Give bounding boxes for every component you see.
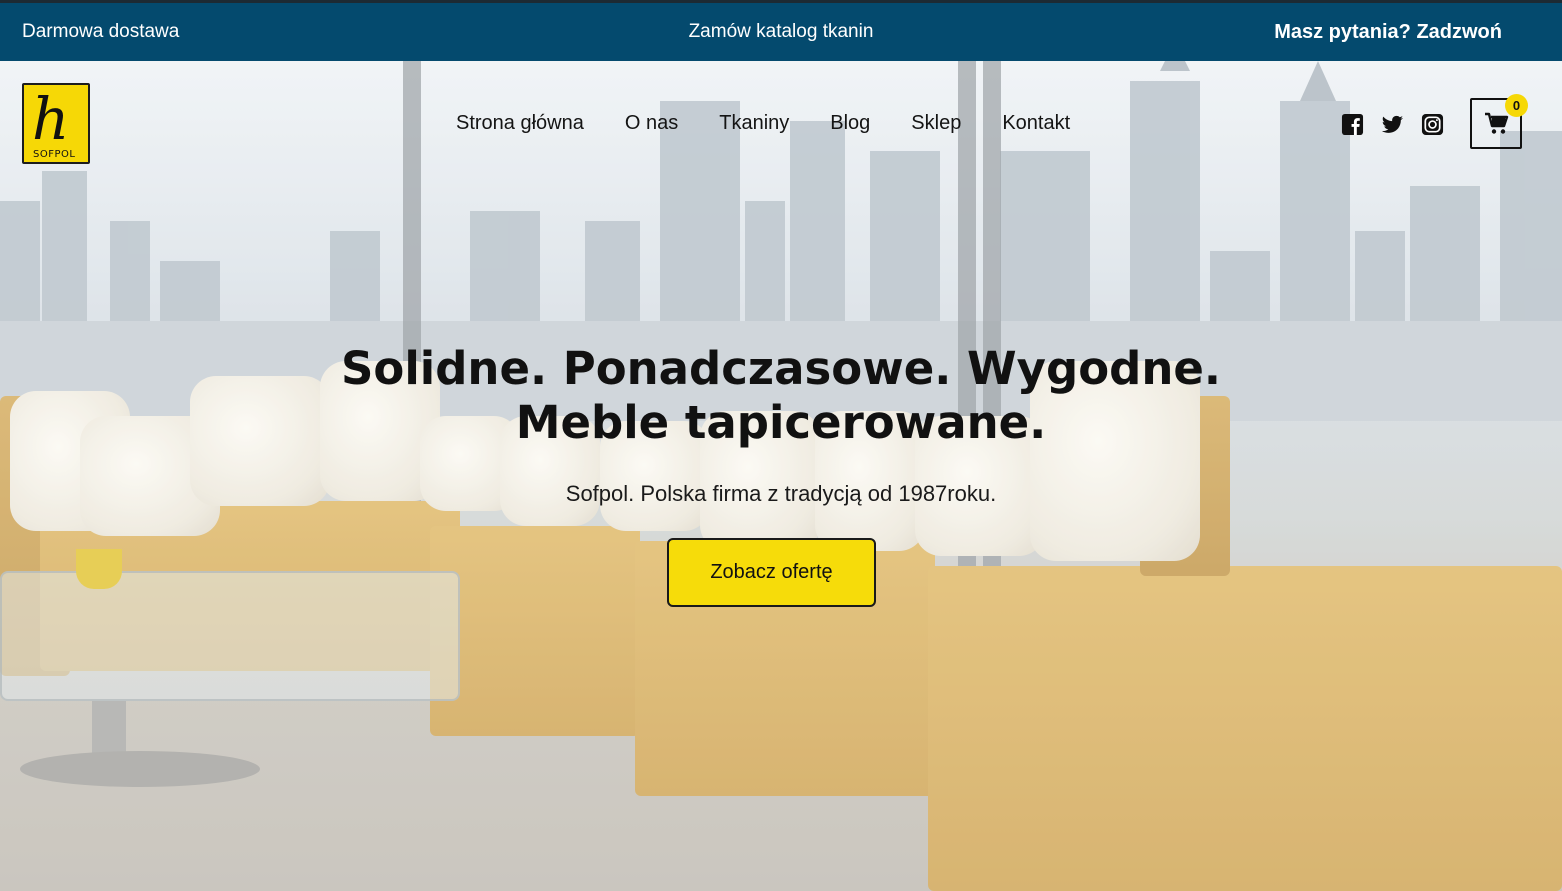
facebook-icon[interactable]: [1341, 113, 1364, 136]
instagram-icon[interactable]: [1421, 113, 1444, 136]
hero-headline-line1: Solidne. Ponadczasowe. Wygodne.: [341, 342, 1221, 395]
nav-item-shop[interactable]: Sklep: [911, 112, 961, 135]
nav-item-contact[interactable]: Kontakt: [1002, 112, 1070, 135]
see-offer-button[interactable]: Zobacz ofertę: [667, 538, 876, 607]
cart-button[interactable]: 0: [1470, 94, 1528, 149]
shopping-cart-icon: [1485, 112, 1509, 134]
call-us-link[interactable]: Masz pytania? Zadzwoń: [1274, 21, 1502, 44]
logo-wordmark: SOFPOL: [33, 149, 76, 160]
sofpol-logo[interactable]: ℎ SOFPOL: [22, 83, 90, 164]
main-navigation: Strona główna O nas Tkaniny Blog Sklep K…: [456, 112, 1070, 135]
social-links: [1341, 113, 1444, 136]
hero-headline: Solidne. Ponadczasowe. Wygodne. Meble ta…: [0, 342, 1562, 450]
hero-background: [0, 61, 1562, 891]
hero-subheadline: Sofpol. Polska firma z tradycją od 1987r…: [565, 481, 997, 506]
hero-overlay: [0, 61, 1562, 891]
cart-count-badge: 0: [1505, 94, 1528, 117]
logo-glyph: ℎ: [32, 85, 70, 153]
nav-item-home[interactable]: Strona główna: [456, 112, 584, 135]
twitter-icon[interactable]: [1381, 113, 1404, 136]
nav-item-fabrics[interactable]: Tkaniny: [719, 112, 789, 135]
top-info-bar: Darmowa dostawa Zamów katalog tkanin Mas…: [0, 0, 1562, 61]
hero-headline-line2: Meble tapicerowane.: [515, 396, 1047, 449]
nav-item-blog[interactable]: Blog: [830, 112, 870, 135]
nav-item-about[interactable]: O nas: [625, 112, 678, 135]
